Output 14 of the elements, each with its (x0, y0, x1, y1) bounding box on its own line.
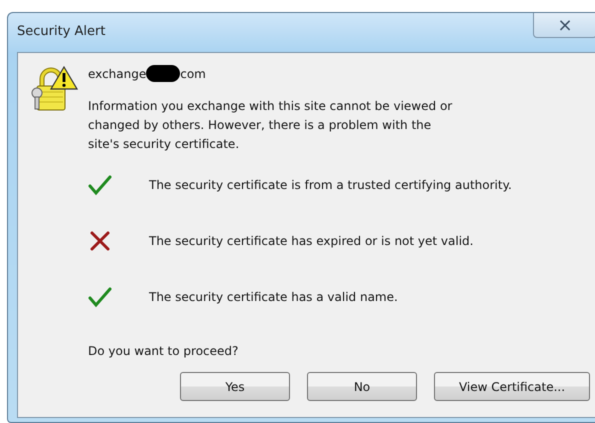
redaction-mark (146, 65, 180, 82)
message-text: Information you exchange with this site cannot be viewed or changed by others. However, there is a problem with the site's security certificate. (88, 98, 454, 153)
site-address: com (180, 66, 206, 80)
site-address: exchange (88, 66, 146, 80)
lock-warning-icon (30, 65, 78, 113)
check-text: The security certificate has expired or is not yet valid. (149, 234, 474, 248)
check-text: The security certificate has a valid name. (149, 290, 398, 304)
close-button[interactable]: ⨯ (533, 13, 595, 38)
no-button[interactable]: No (307, 372, 417, 401)
yes-button[interactable]: Yes (180, 372, 290, 401)
check-text: The security certificate is from a trusted certifying authority. (149, 178, 512, 192)
window-title: Security Alert (17, 24, 106, 39)
view-certificate-button[interactable]: View Certificate... (434, 372, 590, 401)
question-text: Do you want to proceed? (88, 344, 240, 358)
